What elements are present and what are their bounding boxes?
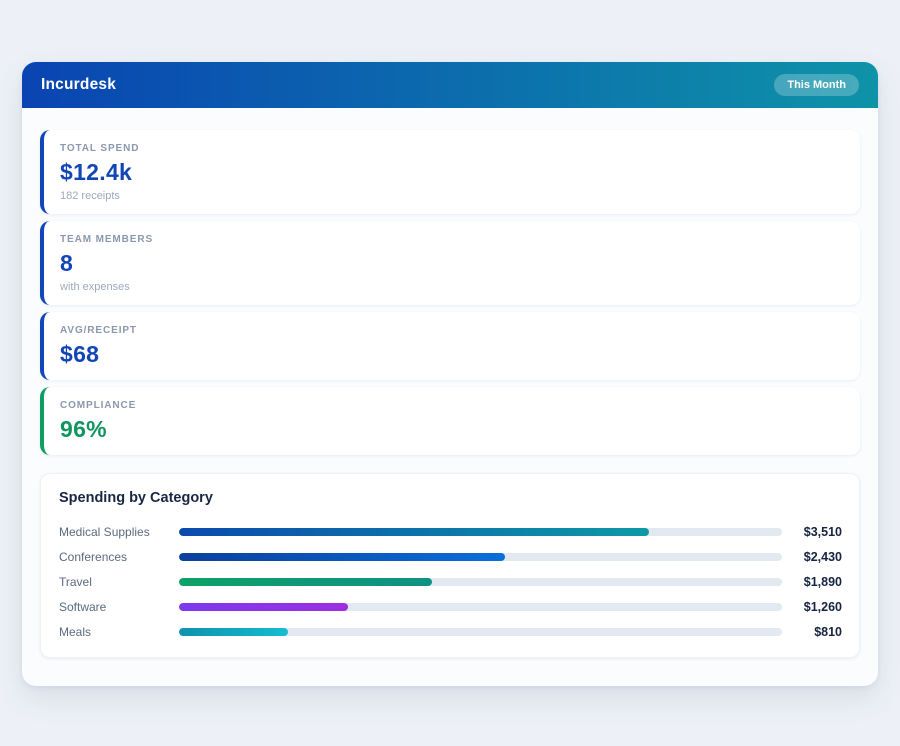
- category-label: Medical Supplies: [59, 525, 179, 539]
- stat-value: $68: [60, 341, 842, 368]
- stat-label: COMPLIANCE: [60, 400, 842, 411]
- dashboard-panel: Incurdesk This Month TOTAL SPEND $12.4k …: [22, 62, 878, 686]
- category-value: $1,890: [782, 575, 842, 589]
- stats-section: TOTAL SPEND $12.4k 182 receipts TEAM MEM…: [40, 130, 860, 455]
- stat-card: TOTAL SPEND $12.4k 182 receipts: [40, 130, 860, 214]
- category-label: Software: [59, 600, 179, 614]
- app-body: TOTAL SPEND $12.4k 182 receipts TEAM MEM…: [22, 108, 878, 682]
- category-bar-track: [179, 603, 782, 611]
- category-bar-fill: [179, 578, 432, 586]
- stat-value: 96%: [60, 416, 842, 443]
- stat-label: TOTAL SPEND: [60, 143, 842, 154]
- category-bar-track: [179, 628, 782, 636]
- category-value: $3,510: [782, 525, 842, 539]
- category-row: Meals $810: [59, 619, 842, 644]
- category-value: $1,260: [782, 600, 842, 614]
- stat-value: $12.4k: [60, 159, 842, 186]
- category-value: $810: [782, 625, 842, 639]
- app-title: Incurdesk: [41, 76, 116, 94]
- category-bar-track: [179, 528, 782, 536]
- spending-card-title: Spending by Category: [59, 490, 842, 506]
- stat-card: COMPLIANCE 96%: [40, 387, 860, 455]
- category-row: Software $1,260: [59, 594, 842, 619]
- app-header: Incurdesk This Month: [22, 62, 878, 108]
- category-bar-fill: [179, 628, 288, 636]
- stat-sub: with expenses: [60, 281, 842, 293]
- stat-card: AVG/RECEIPT $68: [40, 312, 860, 380]
- category-bars: Medical Supplies $3,510 Conferences $2,4…: [59, 519, 842, 644]
- stat-label: TEAM MEMBERS: [60, 234, 842, 245]
- category-row: Travel $1,890: [59, 569, 842, 594]
- category-bar-track: [179, 578, 782, 586]
- category-bar-fill: [179, 553, 505, 561]
- category-bar-track: [179, 553, 782, 561]
- category-label: Meals: [59, 625, 179, 639]
- category-bar-fill: [179, 528, 649, 536]
- spending-by-category-card: Spending by Category Medical Supplies $3…: [40, 473, 860, 658]
- category-bar-fill: [179, 603, 348, 611]
- stat-sub: 182 receipts: [60, 190, 842, 202]
- category-value: $2,430: [782, 550, 842, 564]
- stat-card: TEAM MEMBERS 8 with expenses: [40, 221, 860, 305]
- category-label: Conferences: [59, 550, 179, 564]
- category-row: Conferences $2,430: [59, 544, 842, 569]
- period-badge[interactable]: This Month: [774, 74, 859, 96]
- stat-value: 8: [60, 250, 842, 277]
- stat-label: AVG/RECEIPT: [60, 325, 842, 336]
- category-label: Travel: [59, 575, 179, 589]
- category-row: Medical Supplies $3,510: [59, 519, 842, 544]
